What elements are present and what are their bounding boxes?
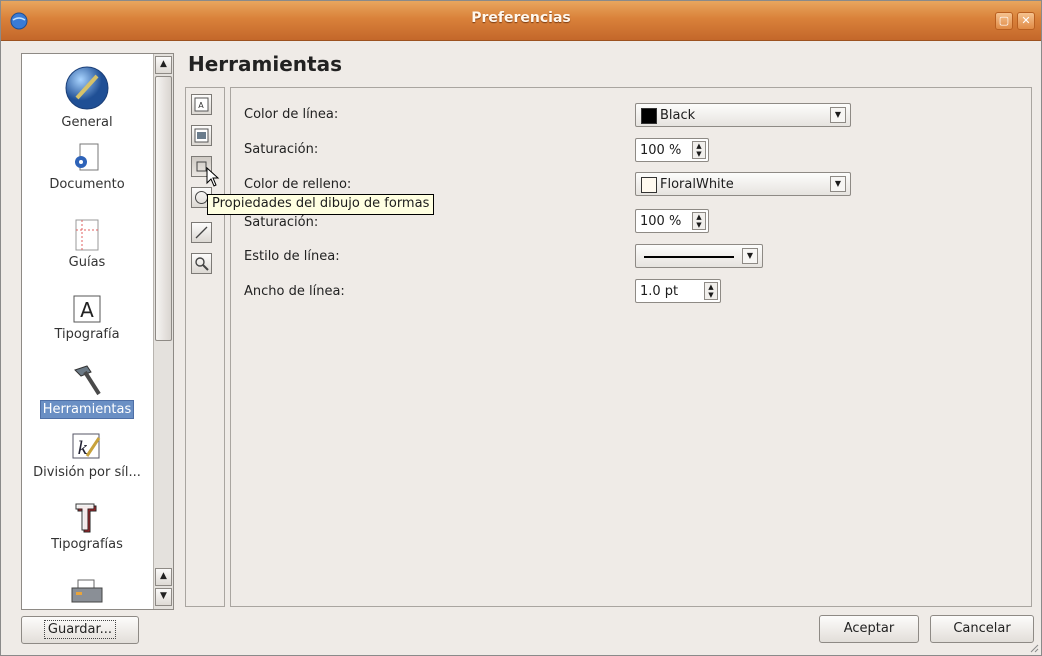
fill-color-select[interactable]: FloralWhite ▼ (635, 172, 851, 196)
sidebar-scrollbar[interactable]: ▲ ▲ ▼ (153, 54, 173, 609)
sidebar-item-label: Guías (68, 255, 106, 270)
document-icon (75, 143, 99, 171)
maximize-icon[interactable]: ▢ (995, 12, 1013, 30)
sidebar-item-guias[interactable]: Guías (22, 218, 152, 271)
accept-button-label: Aceptar (843, 621, 895, 636)
image-frame-icon (194, 128, 209, 143)
line-icon (195, 226, 208, 239)
line-width-label: Ancho de línea: (244, 284, 345, 299)
saturation-fill-stepper[interactable]: 100 % ▲ ▼ (635, 209, 709, 233)
save-button-label: Guardar... (43, 620, 117, 639)
tooltip: Propiedades del dibujo de formas (207, 194, 435, 215)
stepper-arrows-icon[interactable]: ▲ ▼ (704, 282, 718, 300)
line-color-value: Black (660, 108, 696, 123)
page-title: Herramientas (188, 52, 342, 76)
sidebar-item-documento[interactable]: Documento (22, 142, 152, 193)
sidebar-item-impresora[interactable] (22, 578, 152, 606)
preferences-window: Preferencias ▢ ✕ General Documento Guías… (0, 0, 1042, 656)
hammer-icon (74, 365, 101, 396)
sidebar-item-label: General (61, 115, 113, 130)
sidebar-item-general[interactable]: General (22, 64, 152, 131)
cancel-button[interactable]: Cancelar (930, 615, 1034, 643)
image-frame-tool-button[interactable] (191, 125, 212, 146)
scroll-thumb[interactable] (155, 76, 172, 341)
line-color-label: Color de línea: (244, 107, 339, 122)
globe-icon (65, 66, 109, 110)
fonts-icon (75, 503, 97, 533)
title-bar[interactable]: Preferencias ▢ ✕ (1, 1, 1041, 41)
fill-color-swatch (641, 177, 657, 193)
saturation-fill-value: 100 % (640, 214, 682, 229)
sidebar-item-label: División por síl... (33, 465, 141, 480)
window-title: Preferencias (471, 10, 571, 26)
line-style-label: Estilo de línea: (244, 249, 340, 264)
zoom-tool-button[interactable] (191, 253, 212, 274)
scroll-up-icon[interactable]: ▲ (155, 568, 172, 586)
fill-color-value: FloralWhite (660, 177, 734, 192)
stepper-arrows-icon[interactable]: ▲ ▼ (692, 212, 706, 230)
chevron-down-icon: ▼ (742, 248, 758, 264)
saturation-line-label: Saturación: (244, 142, 319, 157)
letter-a-icon: A (73, 295, 101, 323)
sidebar-item-label: Tipografía (54, 327, 120, 342)
accept-button[interactable]: Aceptar (819, 615, 919, 643)
svg-text:A: A (80, 298, 94, 322)
tool-properties-panel (230, 87, 1032, 607)
close-icon[interactable]: ✕ (1017, 12, 1035, 30)
hyphenation-icon: k (72, 433, 101, 459)
resize-grip-icon[interactable] (1029, 643, 1039, 653)
sidebar-item-label: Tipografías (51, 537, 123, 552)
saturation-line-stepper[interactable]: 100 % ▲ ▼ (635, 138, 709, 162)
cancel-button-label: Cancelar (953, 621, 1011, 636)
sidebar-item-tipografias[interactable]: Tipografías (22, 502, 152, 553)
sidebar-item-herramientas[interactable]: Herramientas (22, 362, 152, 419)
sidebar-item-tipografia[interactable]: A Tipografía (22, 294, 152, 343)
guides-icon (75, 219, 99, 251)
scroll-down-icon[interactable]: ▼ (155, 588, 172, 606)
sidebar-item-division-silabas[interactable]: k División por síl... (22, 430, 152, 481)
text-frame-icon: A (194, 97, 209, 112)
text-frame-tool-button[interactable]: A (191, 94, 212, 115)
sidebar-item-label: Herramientas (39, 400, 135, 419)
line-style-select[interactable]: ▼ (635, 244, 763, 268)
line-color-swatch (641, 108, 657, 124)
scroll-up-icon[interactable]: ▲ (155, 56, 172, 74)
saturation-fill-label: Saturación: (244, 215, 319, 230)
save-button[interactable]: Guardar... (21, 616, 139, 644)
line-width-stepper[interactable]: 1.0 pt ▲ ▼ (635, 279, 721, 303)
line-color-select[interactable]: Black ▼ (635, 103, 851, 127)
stepper-arrows-icon[interactable]: ▲ ▼ (692, 141, 706, 159)
chevron-down-icon: ▼ (830, 176, 846, 192)
fill-color-label: Color de relleno: (244, 177, 352, 192)
chevron-down-icon: ▼ (830, 107, 846, 123)
tool-selector: A (185, 87, 225, 607)
sidebar-item-label: Documento (49, 177, 125, 192)
line-tool-button[interactable] (191, 222, 212, 243)
zoom-icon (195, 257, 209, 271)
mouse-pointer-icon (206, 167, 220, 187)
line-width-value: 1.0 pt (640, 284, 679, 299)
saturation-line-value: 100 % (640, 143, 682, 158)
printer-icon (71, 579, 103, 603)
preferences-sidebar: General Documento Guías A Tipografía Her… (21, 53, 174, 610)
svg-text:A: A (198, 101, 204, 110)
line-style-preview (644, 256, 734, 258)
